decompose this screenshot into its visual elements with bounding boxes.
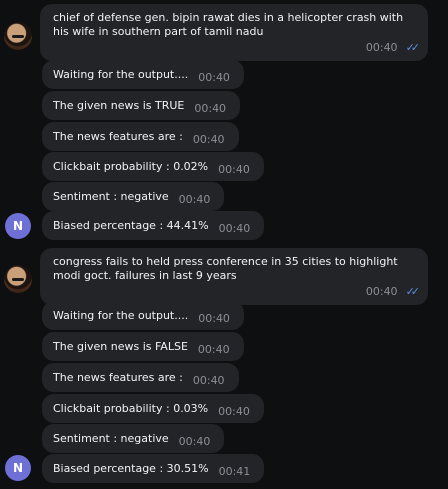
bot-message[interactable]: The given news is TRUE 00:40 [42, 91, 241, 120]
message-text: The news features are : [53, 129, 183, 143]
bot-message[interactable]: Sentiment : negative 00:40 [42, 424, 225, 453]
message-time: 00:40 [365, 285, 398, 298]
message-time: 00:40 [192, 373, 225, 387]
message-text: The given news is TRUE [53, 98, 185, 112]
bot-message[interactable]: Waiting for the output.... 00:40 [42, 60, 244, 89]
bot-message[interactable]: Biased percentage : 30.51% 00:41 [42, 454, 265, 483]
double-check-icon: ✓✓ [405, 41, 421, 54]
message-time: 00:41 [218, 464, 251, 478]
avatar-letter: N [12, 461, 24, 475]
message-time: 00:40 [178, 192, 211, 206]
avatar-letter: N [12, 219, 24, 233]
bot-message[interactable]: Waiting for the output.... 00:40 [42, 301, 244, 330]
bot-message[interactable]: Clickbait probability : 0.02% 00:40 [42, 152, 264, 181]
bot-message[interactable]: The news features are : 00:40 [42, 122, 239, 151]
bot-message[interactable]: The news features are : 00:40 [42, 363, 239, 392]
bot-message[interactable]: Sentiment : negative 00:40 [42, 182, 225, 211]
message-time: 00:40 [198, 70, 230, 84]
user-message[interactable]: congress fails to held press conference … [40, 248, 428, 305]
message-time: 00:40 [218, 221, 251, 235]
bot-avatar[interactable]: N [5, 455, 31, 481]
user-message[interactable]: chief of defense gen. bipin rawat dies i… [40, 4, 428, 61]
message-text: Waiting for the output.... [53, 67, 189, 81]
bot-message[interactable]: Clickbait probability : 0.03% 00:40 [42, 394, 264, 423]
message-text: Biased percentage : 30.51% [53, 461, 209, 475]
message-meta: 00:40 ✓✓ [53, 41, 421, 55]
message-meta: 00:40 ✓✓ [53, 285, 421, 299]
message-text: chief of defense gen. bipin rawat dies i… [53, 11, 404, 38]
message-time: 00:40 [218, 162, 250, 176]
double-check-icon: ✓✓ [405, 285, 421, 298]
message-text: The given news is FALSE [53, 339, 188, 353]
message-text: Biased percentage : 44.41% [53, 218, 209, 232]
bot-message[interactable]: Biased percentage : 44.41% 00:40 [42, 211, 265, 240]
user-avatar[interactable] [4, 22, 32, 50]
message-text: Waiting for the output.... [53, 308, 189, 322]
message-time: 00:40 [178, 434, 211, 448]
bot-message[interactable]: The given news is FALSE 00:40 [42, 332, 244, 361]
message-text: Clickbait probability : 0.03% [53, 401, 209, 415]
message-time: 00:40 [197, 342, 230, 356]
message-time: 00:40 [194, 101, 227, 115]
message-text: The news features are : [53, 370, 183, 384]
bot-avatar[interactable]: N [5, 213, 31, 239]
message-text: Sentiment : negative [53, 431, 169, 445]
message-text: Clickbait probability : 0.02% [53, 159, 209, 173]
message-time: 00:40 [218, 404, 250, 418]
message-text: Sentiment : negative [53, 189, 169, 203]
message-text: congress fails to held press conference … [53, 255, 398, 282]
message-time: 00:40 [192, 132, 225, 146]
message-time: 00:40 [198, 311, 230, 325]
message-time: 00:40 [365, 41, 398, 54]
user-avatar[interactable] [4, 265, 32, 293]
